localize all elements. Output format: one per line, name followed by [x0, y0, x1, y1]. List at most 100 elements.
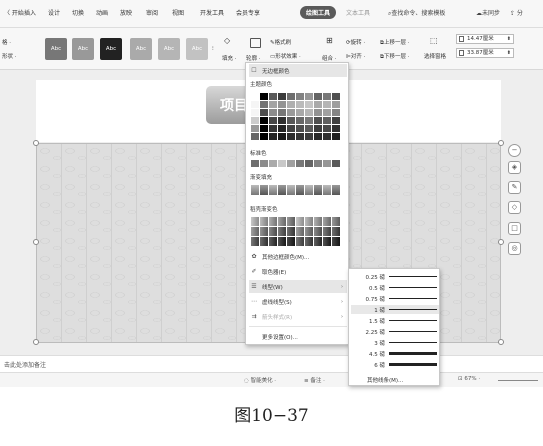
color-swatch[interactable] — [296, 117, 304, 124]
color-swatch[interactable] — [278, 217, 286, 226]
color-swatch[interactable] — [287, 217, 295, 226]
tab-drawing-tools[interactable]: 绘图工具 — [300, 6, 337, 19]
styles-more-icon[interactable]: ⁝ — [212, 46, 214, 52]
color-swatch[interactable] — [332, 125, 340, 132]
color-swatch[interactable] — [332, 160, 340, 167]
color-swatch[interactable] — [278, 160, 286, 167]
tab-home[interactable]: 〈 开始 — [4, 8, 24, 17]
color-swatch[interactable] — [269, 160, 277, 167]
theme-color-grid[interactable] — [251, 93, 340, 140]
color-swatch[interactable] — [296, 125, 304, 132]
color-swatch[interactable] — [314, 117, 322, 124]
tab-insert[interactable]: 插入 — [24, 8, 36, 17]
color-swatch[interactable] — [251, 93, 259, 100]
color-swatch[interactable] — [323, 101, 331, 108]
line-width-option[interactable]: 3 磅 — [351, 338, 439, 347]
color-swatch[interactable] — [260, 160, 268, 167]
color-swatch[interactable] — [260, 125, 268, 132]
color-swatch[interactable] — [287, 133, 295, 140]
color-swatch[interactable] — [305, 160, 313, 167]
rotate-button[interactable]: ⟳旋转 · — [346, 38, 365, 46]
line-width-option[interactable]: 0.5 磅 — [351, 283, 439, 292]
height-input[interactable]: 14.47厘米 ⬍ — [456, 34, 514, 44]
color-swatch[interactable] — [260, 117, 268, 124]
color-swatch[interactable] — [314, 160, 322, 167]
style-preset-3[interactable]: Abc — [100, 38, 122, 60]
outline-icon[interactable] — [250, 38, 261, 48]
notes-toggle-button[interactable]: ≡ 备注 · — [304, 376, 325, 384]
color-swatch[interactable] — [296, 133, 304, 140]
color-swatch[interactable] — [296, 237, 304, 246]
eyedropper-item[interactable]: ✐ 取色器(E) — [249, 265, 347, 278]
smart-beautify-button[interactable]: ◌ 智能美化 · — [244, 376, 276, 384]
color-swatch[interactable] — [260, 185, 268, 195]
color-swatch[interactable] — [305, 185, 313, 195]
color-swatch[interactable] — [314, 125, 322, 132]
color-swatch[interactable] — [269, 125, 277, 132]
color-swatch[interactable] — [251, 160, 259, 167]
outline-button[interactable]: 轮廓 · — [246, 54, 261, 62]
color-swatch[interactable] — [332, 185, 340, 195]
color-swatch[interactable] — [260, 101, 268, 108]
color-swatch[interactable] — [332, 109, 340, 116]
standard-color-row[interactable] — [251, 160, 340, 167]
color-swatch[interactable] — [269, 93, 277, 100]
color-swatch[interactable] — [269, 109, 277, 116]
color-swatch[interactable] — [323, 133, 331, 140]
more-colors-item[interactable]: ✿ 其他边框颜色(M)... — [249, 250, 347, 263]
width-input[interactable]: 33.87厘米 ⬍ — [456, 48, 514, 58]
color-swatch[interactable] — [332, 117, 340, 124]
select-pane-button[interactable]: 选择窗格 — [424, 52, 446, 60]
color-swatch[interactable] — [260, 237, 268, 246]
color-swatch[interactable] — [278, 227, 286, 236]
notes-pane[interactable]: 击此处添加备注 — [0, 355, 543, 372]
bring-forward-button[interactable]: ⧉上移一层 · — [380, 38, 409, 47]
style-preset-1[interactable]: Abc — [45, 38, 67, 60]
color-swatch[interactable] — [269, 101, 277, 108]
color-swatch[interactable] — [251, 101, 259, 108]
other-lines-item[interactable]: 其他线条(M)... — [367, 376, 403, 384]
color-swatch[interactable] — [305, 93, 313, 100]
line-width-item[interactable]: ☰ 线型(W) › — [249, 280, 347, 293]
tab-developer[interactable]: 开发工具 — [200, 8, 224, 17]
color-swatch[interactable] — [278, 237, 286, 246]
line-width-option[interactable]: 0.75 磅 — [351, 294, 439, 303]
color-swatch[interactable] — [287, 117, 295, 124]
tab-transition[interactable]: 切换 — [72, 8, 84, 17]
group-icon[interactable]: ⊞ — [326, 36, 333, 45]
color-swatch[interactable] — [278, 125, 286, 132]
color-swatch[interactable] — [260, 227, 268, 236]
color-swatch[interactable] — [323, 237, 331, 246]
line-width-option[interactable]: 6 磅 — [351, 360, 439, 369]
tab-view[interactable]: 视图 — [172, 8, 184, 17]
color-swatch[interactable] — [323, 185, 331, 195]
line-width-option[interactable]: 1.5 磅 — [351, 316, 439, 325]
fill-button[interactable]: 填充 · — [222, 54, 237, 62]
color-swatch[interactable] — [296, 227, 304, 236]
color-swatch[interactable] — [305, 133, 313, 140]
color-swatch[interactable] — [251, 109, 259, 116]
color-swatch[interactable] — [287, 125, 295, 132]
line-width-option[interactable]: 1 磅 — [351, 305, 439, 314]
style-preset-5[interactable]: Abc — [158, 38, 180, 60]
align-button[interactable]: ⊫对齐 · — [346, 52, 365, 60]
color-swatch[interactable] — [296, 109, 304, 116]
color-swatch[interactable] — [305, 217, 313, 226]
color-swatch[interactable] — [323, 160, 331, 167]
color-swatch[interactable] — [278, 101, 286, 108]
color-swatch[interactable] — [323, 117, 331, 124]
shape-effect-button[interactable]: ▭形状效果 · — [270, 52, 301, 60]
color-swatch[interactable] — [332, 217, 340, 226]
dash-type-item[interactable]: ⋯ 虚线线型(S) › — [249, 295, 347, 308]
style-preset-4[interactable]: Abc — [130, 38, 152, 60]
color-swatch[interactable] — [269, 185, 277, 195]
color-swatch[interactable] — [251, 185, 259, 195]
color-swatch[interactable] — [278, 109, 286, 116]
resize-handle[interactable] — [498, 339, 504, 345]
tab-member[interactable]: 会员专享 — [236, 8, 260, 17]
color-swatch[interactable] — [260, 133, 268, 140]
color-swatch[interactable] — [287, 101, 295, 108]
color-swatch[interactable] — [296, 93, 304, 100]
spinner-arrows-icon[interactable]: ⬍ — [507, 49, 511, 57]
color-swatch[interactable] — [314, 237, 322, 246]
